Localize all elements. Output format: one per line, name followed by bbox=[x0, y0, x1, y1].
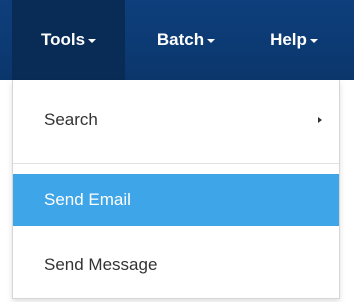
top-navbar: Tools Batch Help bbox=[0, 0, 354, 80]
caret-down-icon bbox=[309, 39, 318, 43]
menu-item-send-email[interactable]: Send Email bbox=[13, 174, 339, 226]
menu-item-search-label: Search bbox=[44, 110, 98, 129]
tools-dropdown-menu: Search Send Email Send Message bbox=[12, 80, 340, 299]
nav-batch-menu[interactable]: Batch bbox=[125, 0, 247, 80]
menu-item-send-message-label: Send Message bbox=[44, 255, 158, 274]
menu-item-send-email-label: Send Email bbox=[44, 190, 131, 209]
nav-tools-label: Tools bbox=[40, 30, 86, 49]
menu-item-send-message[interactable]: Send Message bbox=[13, 239, 339, 291]
chevron-right-icon bbox=[318, 117, 322, 123]
nav-help-label: Help bbox=[270, 30, 307, 49]
nav-tools-menu[interactable]: Tools bbox=[12, 0, 125, 80]
nav-batch-label: Batch bbox=[156, 30, 205, 49]
nav-help-menu[interactable]: Help bbox=[247, 0, 341, 80]
caret-down-icon bbox=[88, 39, 97, 43]
menu-item-search[interactable]: Search bbox=[13, 94, 339, 146]
caret-down-icon bbox=[207, 39, 216, 43]
menu-divider bbox=[13, 163, 339, 164]
